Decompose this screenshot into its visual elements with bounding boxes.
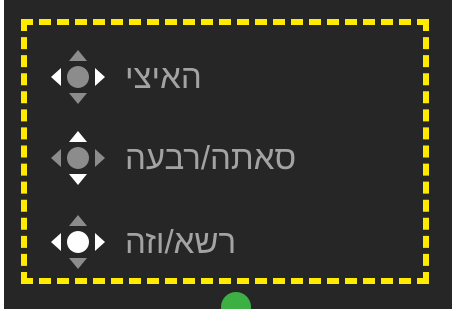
- dpad-left-right-icon: [51, 50, 105, 104]
- menu-item-label: האיצי: [125, 58, 202, 95]
- menu-screen: האיצי סאתה/רבעה רשא/וזה: [4, 0, 452, 309]
- menu-item-2[interactable]: סאתה/רבעה: [48, 123, 428, 193]
- home-indicator-dot[interactable]: [221, 292, 251, 309]
- dpad-up-down-icon: [51, 131, 105, 185]
- dpad-center-icon: [51, 215, 105, 269]
- menu-item-3[interactable]: רשא/וזה: [48, 207, 428, 277]
- menu-item-1[interactable]: האיצי: [48, 42, 428, 112]
- menu-item-label: סאתה/רבעה: [125, 139, 297, 176]
- menu-item-label: רשא/וזה: [125, 223, 237, 260]
